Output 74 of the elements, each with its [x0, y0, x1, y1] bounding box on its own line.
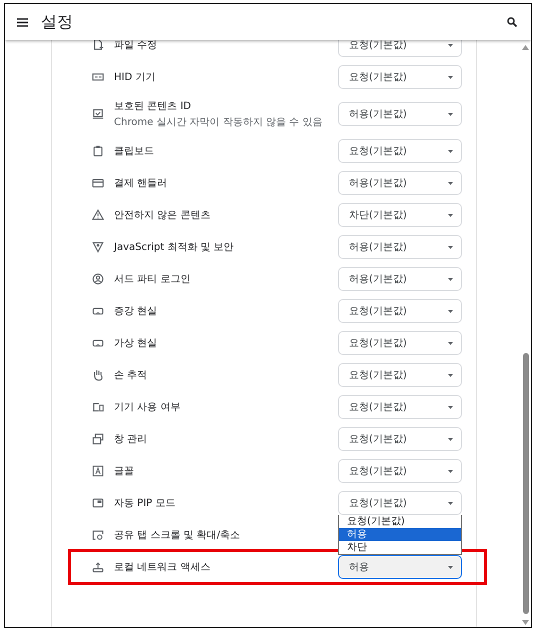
permission-select[interactable]: 요청(기본값): [338, 491, 462, 515]
clipboard-icon: [92, 145, 104, 157]
caret-icon: [448, 566, 453, 568]
menu-icon[interactable]: [17, 18, 28, 26]
caret-icon: [448, 214, 453, 216]
permission-label: 로컬 네트워크 액세스: [114, 561, 212, 574]
caret-icon: [448, 342, 453, 344]
permission-label: 공유 탭 스크롤 및 확대/축소: [114, 529, 242, 542]
person-circle-icon: [92, 273, 104, 285]
permission-select[interactable]: 허용(기본값): [338, 235, 462, 259]
permission-select[interactable]: 요청(기본값): [338, 459, 462, 483]
permission-select[interactable]: 허용(기본값): [338, 267, 462, 291]
permission-label: HID 기기: [114, 71, 156, 84]
permission-description: Chrome 실시간 자막이 작동하지 않을 수 있음: [114, 116, 324, 129]
scroll-up-icon[interactable]: [522, 45, 529, 50]
permission-label: 안전하지 않은 콘텐츠: [114, 209, 212, 222]
permission-label: 결제 핸들러: [114, 177, 168, 190]
permission-select[interactable]: 허용: [338, 555, 462, 579]
permission-select[interactable]: 허용(기본값): [338, 102, 462, 126]
permission-label: 손 추적: [114, 369, 148, 382]
permission-select[interactable]: 요청(기본값): [338, 299, 462, 323]
caret-icon: [448, 470, 453, 472]
permission-label: 파일 수정: [114, 40, 158, 52]
scroll-down-icon[interactable]: [522, 620, 529, 625]
headset-icon: [92, 305, 104, 317]
caret-icon: [448, 374, 453, 376]
file-plus-icon: [92, 40, 104, 51]
permission-label: 클립보드: [114, 145, 155, 158]
devices-icon: [92, 401, 104, 413]
permission-select[interactable]: 요청(기본값): [338, 40, 462, 57]
network-device-icon: [92, 561, 104, 573]
headset-icon: [92, 337, 104, 349]
font-icon: [92, 465, 104, 477]
caret-icon: [448, 310, 453, 312]
caret-icon: [448, 112, 453, 116]
search-icon[interactable]: [507, 17, 517, 27]
permission-label: JavaScript 최적화 및 보안: [114, 241, 235, 254]
permission-label: 글꼴: [114, 465, 135, 478]
permission-label: 자동 PIP 모드: [114, 497, 176, 510]
pip-icon: [92, 497, 104, 509]
permission-label: 증강 현실: [114, 305, 158, 318]
menu-option[interactable]: 차단: [339, 541, 461, 554]
permission-select[interactable]: 요청(기본값): [338, 65, 462, 89]
warning-icon: [92, 209, 104, 221]
permission-label: 서드 파티 로그인: [114, 273, 192, 286]
monitor-check-icon: [92, 108, 104, 120]
permission-select[interactable]: 요청(기본값): [338, 363, 462, 387]
permission-select[interactable]: 허용(기본값): [338, 171, 462, 195]
tab-zoom-icon: [92, 529, 104, 541]
keyboard-icon: [92, 71, 104, 83]
caret-icon: [448, 182, 453, 184]
caret-icon: [448, 406, 453, 408]
permission-select[interactable]: 차단(기본값): [338, 203, 462, 227]
permission-select[interactable]: 요청(기본값): [338, 395, 462, 419]
caret-icon: [448, 438, 453, 440]
permission-select[interactable]: 요청(기본값): [338, 139, 462, 163]
caret-icon: [448, 278, 453, 280]
menu-option[interactable]: 요청(기본값): [339, 515, 461, 528]
card-icon: [92, 177, 104, 189]
permission-select[interactable]: 요청(기본값): [338, 427, 462, 451]
permission-label: 보호된 콘텐츠 ID: [114, 100, 192, 113]
caret-icon: [448, 246, 453, 248]
permission-label: 기기 사용 여부: [114, 401, 182, 414]
page-title: 설정: [41, 12, 74, 32]
permission-select[interactable]: 요청(기본값): [338, 331, 462, 355]
permission-label: 가상 현실: [114, 337, 158, 350]
caret-icon: [448, 502, 453, 504]
caret-icon: [448, 44, 453, 46]
caret-icon: [448, 150, 453, 152]
permission-label: 창 관리: [114, 433, 148, 446]
windows-icon: [92, 433, 104, 445]
hand-icon: [92, 369, 104, 381]
caret-icon: [448, 76, 453, 78]
menu-option[interactable]: 허용: [339, 528, 461, 541]
